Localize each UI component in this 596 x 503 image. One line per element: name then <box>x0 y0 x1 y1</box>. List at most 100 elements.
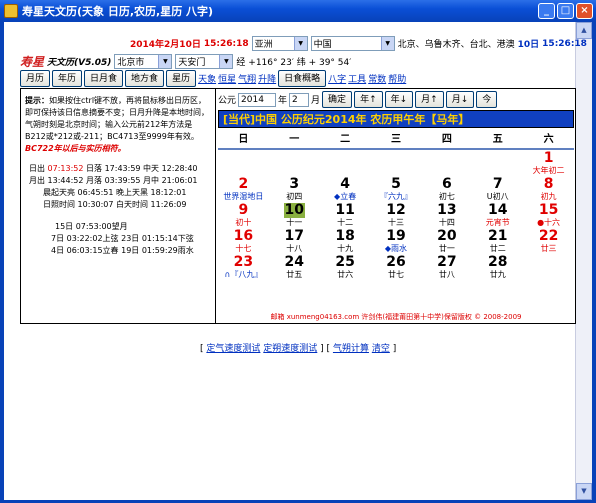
place-select[interactable]: 天安门 ▼ <box>175 54 234 69</box>
link-newmoon-speed-test[interactable]: 定朔速度测试 <box>263 344 317 354</box>
day-cell[interactable]: 24 廿五 <box>269 254 320 280</box>
day-number: 28 <box>487 254 508 270</box>
link-clear[interactable]: 清空 <box>372 344 390 354</box>
lunar-date: 十九 <box>337 244 354 253</box>
day-cell[interactable]: 8 初九 <box>523 176 574 202</box>
city-select[interactable]: 北京市 ▼ <box>114 54 173 69</box>
day-cell[interactable]: 5 『六九』 <box>371 176 422 202</box>
eclipse-button[interactable]: 日月食 <box>84 70 124 87</box>
day-cell[interactable]: 11 十二 <box>320 202 371 228</box>
month-up-button[interactable]: 月↑ <box>415 91 444 108</box>
link-term-speed-test[interactable]: 定气速度测试 <box>206 344 260 354</box>
day-cell[interactable]: 13 十四 <box>421 202 472 228</box>
confirm-button[interactable]: 确定 <box>322 91 353 108</box>
scroll-down-arrow-icon[interactable]: ▼ <box>576 483 592 500</box>
link-rise-set[interactable]: 升降 <box>258 72 276 85</box>
ephemeris-button[interactable]: 星历 <box>166 70 197 87</box>
day-cell[interactable]: 20 廿一 <box>421 228 472 254</box>
day-number: 25 <box>335 254 355 270</box>
close-button[interactable]: × <box>576 3 593 19</box>
day-cell[interactable]: 18 十九 <box>320 228 371 254</box>
lunar-date: 廿七 <box>387 270 404 279</box>
month-input[interactable]: 2 <box>289 92 310 107</box>
day-cell[interactable]: 16 十七 <box>218 228 269 254</box>
day-cell[interactable]: 17 十八 <box>269 228 320 254</box>
minimize-button[interactable]: _ <box>538 3 555 19</box>
link-tianxiang[interactable]: 天象 <box>198 72 216 85</box>
eclipse-overview-button[interactable]: 日食概略 <box>278 70 327 87</box>
link-constants[interactable]: 常数 <box>368 72 386 85</box>
lunar-date: U初八 <box>486 192 509 201</box>
lunar-date: 十三 <box>387 218 404 227</box>
day-number: 7 <box>492 176 503 192</box>
month-down-button[interactable]: 月↓ <box>445 91 475 108</box>
day-number: 23 <box>233 254 254 270</box>
day-number: 17 <box>284 228 305 244</box>
current-date: 2014年2月10日 <box>130 40 201 50</box>
day-cell[interactable]: 7 U初八 <box>472 176 523 202</box>
vertical-scrollbar[interactable]: ▲ ▼ <box>575 22 592 500</box>
day-cell[interactable]: 21 廿二 <box>472 228 523 254</box>
day-cell <box>269 150 320 176</box>
weekday-mon: 一 <box>268 130 320 150</box>
link-qishuo[interactable]: 气翔 <box>238 72 256 85</box>
link-help[interactable]: 帮助 <box>388 72 406 85</box>
year-up-button[interactable]: 年↑ <box>354 91 383 108</box>
moon-phases: 15日 07:53:00望月 7日 03:22:02上弦 23日 01:15:1… <box>25 221 211 257</box>
link-bazi[interactable]: 八字 <box>328 72 346 85</box>
weekday-tue: 二 <box>319 130 371 150</box>
link-qishuo-calc[interactable]: 气朔计算 <box>333 344 369 354</box>
day-cell[interactable]: 19 ◆雨水 <box>371 228 422 254</box>
day-cell[interactable]: 1 大年初二 <box>523 150 574 176</box>
year-calendar-button[interactable]: 年历 <box>52 70 83 87</box>
day-cell[interactable]: 12 十三 <box>371 202 422 228</box>
year-input[interactable]: 2014 <box>238 92 277 107</box>
location-row: 寿星 天文历(V5.05) 北京市 ▼ 天安门 ▼ 经 +116° 23′ 纬 + … <box>20 53 351 70</box>
lunar-date: 初九 <box>540 192 557 201</box>
day-cell[interactable]: 10 十一 <box>269 202 320 228</box>
day-cell[interactable]: 14 元宵节 <box>472 202 523 228</box>
lunar-date: 廿九 <box>489 270 506 279</box>
day-cell[interactable]: 2 世界湿地日 <box>218 176 269 202</box>
bracket-mid: ] [ <box>320 344 331 354</box>
day-number: 6 <box>441 176 452 192</box>
day-cell[interactable]: 26 廿七 <box>371 254 422 280</box>
day-cell[interactable]: 4 ◆立春 <box>320 176 371 202</box>
day-cell[interactable]: 6 初七 <box>421 176 472 202</box>
tip-text: 提示：如果按住ctrl键不放，再将鼠标移出日历区，即可保持该日信息摘要不变；日月… <box>25 95 211 155</box>
year-down-button[interactable]: 年↓ <box>384 91 414 108</box>
day-cell[interactable]: 27 廿八 <box>421 254 472 280</box>
day-number: 15 <box>538 202 559 218</box>
day-number: 19 <box>386 228 406 244</box>
country-select[interactable]: 中国 ▼ <box>310 36 395 51</box>
local-eclipse-button[interactable]: 地方食 <box>125 70 165 87</box>
day-cell[interactable]: 22 廿三 <box>523 228 574 254</box>
maximize-button[interactable]: □ <box>557 3 574 19</box>
solar-term-line: 4日 06:03:15立春 19日 01:59:29雨水 <box>51 246 194 255</box>
clock-time: 15:26:18 <box>542 38 587 49</box>
bottom-links: [ 定气速度测试 定朔速度测试 ] [ 气朔计算 清空 ] <box>200 341 396 354</box>
day-cell[interactable]: 9 初十 <box>218 202 269 228</box>
day-cell[interactable]: 28 廿九 <box>472 254 523 280</box>
window-border-left <box>0 22 4 503</box>
day-cell[interactable]: 15 ●十六 <box>523 202 574 228</box>
tip-label: 提示： <box>25 96 49 105</box>
lunar-date: 廿五 <box>286 270 303 279</box>
today-button[interactable]: 今 <box>476 91 498 108</box>
link-tools[interactable]: 工具 <box>348 72 366 85</box>
region-value: 亚洲 <box>254 40 273 50</box>
region-select[interactable]: 亚洲 ▼ <box>251 36 308 51</box>
day-number: 14 <box>487 202 508 218</box>
day-number: 8 <box>543 176 554 192</box>
link-stars[interactable]: 恒星 <box>218 72 236 85</box>
lunar-date: 廿三 <box>540 244 557 253</box>
day-cell[interactable]: 3 初四 <box>269 176 320 202</box>
lunar-date: 廿一 <box>438 244 455 253</box>
twilight-line: 晨起天亮 06:45:51 晚上天黑 18:12:01 <box>43 188 187 197</box>
chevron-down-icon: ▼ <box>219 55 233 68</box>
month-calendar-button[interactable]: 月历 <box>20 70 51 87</box>
day-cell[interactable]: 23 ∩『八九』 <box>218 254 269 280</box>
day-cell[interactable]: 25 廿六 <box>320 254 371 280</box>
moonrise-label: 月出 <box>29 176 45 185</box>
lunar-date: 十七 <box>235 244 252 253</box>
